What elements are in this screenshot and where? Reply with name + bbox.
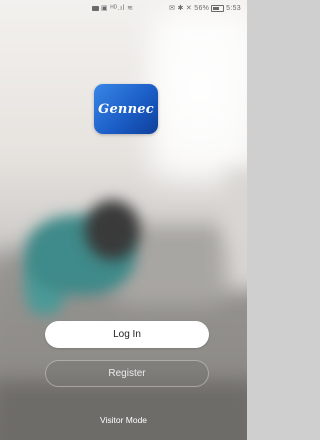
background-wall [225, 170, 247, 290]
status-bar: ▣ ᴴᴰ.ıl ≋ ✉ ✱ ✕ 56% 5:53 [0, 0, 247, 16]
login-button-label: Log In [113, 329, 141, 340]
login-screen: ▣ ᴴᴰ.ıl ≋ ✉ ✱ ✕ 56% 5:53 Gennec Log In Re… [0, 0, 247, 440]
battery-icon [211, 4, 225, 12]
logo-text: Gennec [98, 101, 154, 117]
background-window-light [150, 10, 247, 180]
status-right: ✉ ✱ ✕ 56% 5:53 [169, 4, 241, 12]
login-button[interactable]: Log In [45, 321, 209, 348]
status-icons-battery-percent: ✉ ✱ ✕ 56% [169, 5, 210, 12]
register-button[interactable]: Register [45, 360, 209, 387]
app-logo: Gennec [94, 84, 158, 134]
register-button-label: Register [108, 368, 146, 379]
status-left: ▣ ᴴᴰ.ıl ≋ [92, 4, 133, 12]
sim-icon [92, 5, 99, 11]
background-pet-head [85, 200, 140, 260]
visitor-mode-label: Visitor Mode [99, 415, 148, 425]
clock: 5:53 [226, 5, 241, 12]
signal-wifi-icons: ▣ ᴴᴰ.ıl ≋ [101, 5, 134, 12]
visitor-mode-link[interactable]: Visitor Mode [0, 410, 247, 428]
